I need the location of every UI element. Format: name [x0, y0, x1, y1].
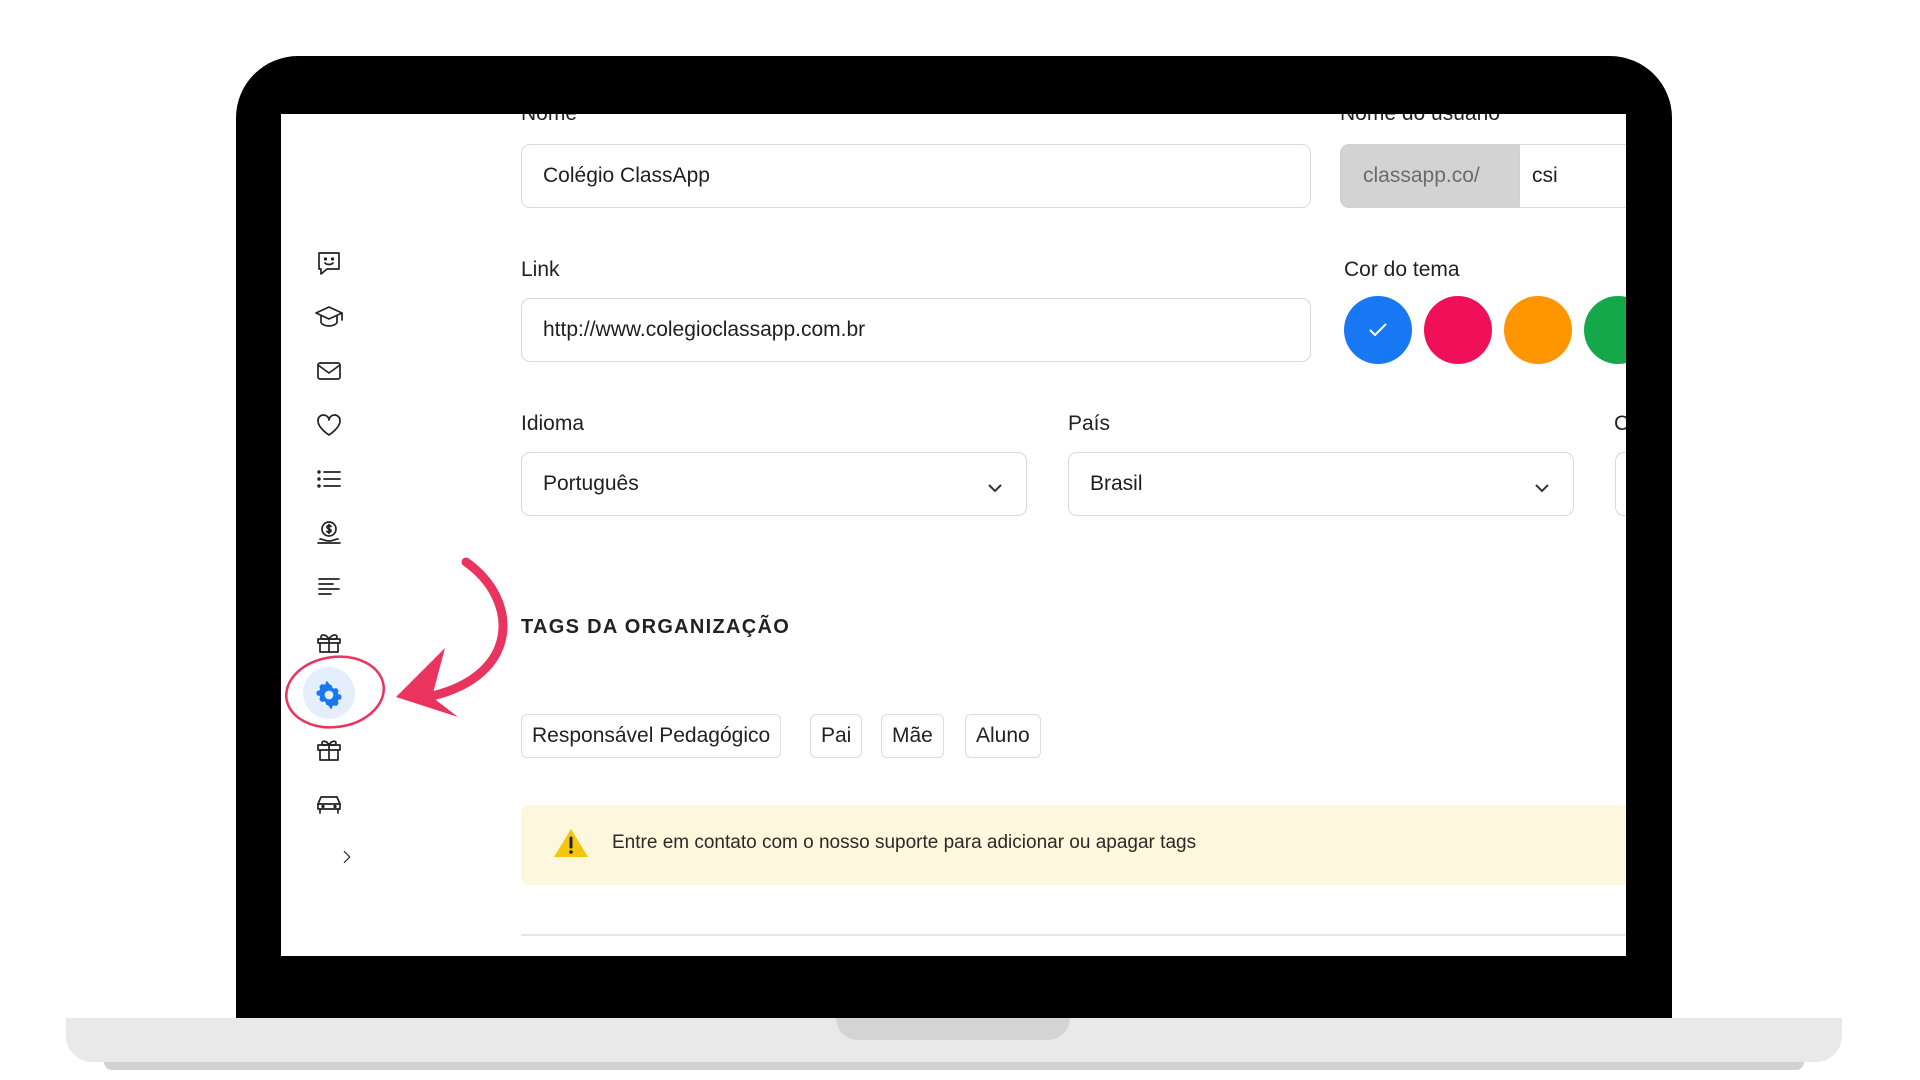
- money-hand-icon[interactable]: [311, 515, 347, 551]
- text-lines-icon[interactable]: [311, 569, 347, 605]
- theme-swatch-green[interactable]: [1584, 296, 1626, 364]
- alert-text: Entre em contato com o nosso suporte par…: [612, 832, 1197, 853]
- tag-item: Responsável Pedagógico: [521, 714, 782, 758]
- third-field-label: C: [1614, 412, 1626, 435]
- envelope-icon[interactable]: [311, 353, 347, 389]
- divider: [521, 934, 1626, 936]
- country-select[interactable]: Brasil: [1068, 452, 1574, 516]
- car-icon[interactable]: [311, 785, 347, 821]
- heart-icon[interactable]: [311, 407, 347, 443]
- laptop-foot: [104, 1062, 1804, 1070]
- gear-icon[interactable]: [311, 677, 347, 713]
- link-label: Link: [521, 258, 560, 281]
- link-input[interactable]: http://www.colegioclassapp.com.br: [521, 298, 1311, 362]
- list-icon[interactable]: [311, 461, 347, 497]
- chat-smile-icon[interactable]: [311, 245, 347, 281]
- chevron-down-icon: [986, 477, 1004, 493]
- language-select[interactable]: Português: [521, 452, 1027, 516]
- name-input[interactable]: Colégio ClassApp: [521, 144, 1311, 208]
- check-icon: [1369, 323, 1387, 337]
- tag-item: Aluno: [965, 714, 1041, 758]
- laptop-notch: [836, 1018, 1070, 1040]
- tag-item: Pai: [810, 714, 863, 758]
- theme-color-label: Cor do tema: [1344, 258, 1460, 281]
- username-label: Nome do usuário: [1340, 114, 1500, 126]
- chevron-down-icon: [1533, 477, 1551, 493]
- graduation-cap-icon[interactable]: [311, 299, 347, 335]
- theme-swatch-pink[interactable]: [1424, 296, 1492, 364]
- box-icon[interactable]: [311, 623, 347, 659]
- third-field-select[interactable]: [1615, 452, 1626, 516]
- username-input[interactable]: csi: [1519, 144, 1626, 208]
- country-value: Brasil: [1090, 472, 1143, 495]
- tag-item: Mãe: [881, 714, 944, 758]
- language-label: Idioma: [521, 412, 585, 435]
- chevron-right-icon[interactable]: [329, 839, 365, 875]
- theme-swatch-orange[interactable]: [1504, 296, 1572, 364]
- name-label: Nome: [521, 114, 577, 126]
- tags-alert: Entre em contato com o nosso suporte par…: [521, 805, 1626, 885]
- username-prefix: classapp.co/: [1340, 144, 1520, 208]
- tags-section-title: TAGS DA ORGANIZAÇÃO: [521, 616, 791, 638]
- gift-icon[interactable]: [311, 731, 347, 767]
- screen: Nome Colégio ClassApp Nome do usuário cl…: [281, 114, 1626, 956]
- theme-swatch-blue[interactable]: [1344, 296, 1412, 364]
- country-label: País: [1068, 412, 1111, 435]
- warning-icon: [554, 829, 588, 857]
- language-value: Português: [543, 472, 639, 495]
